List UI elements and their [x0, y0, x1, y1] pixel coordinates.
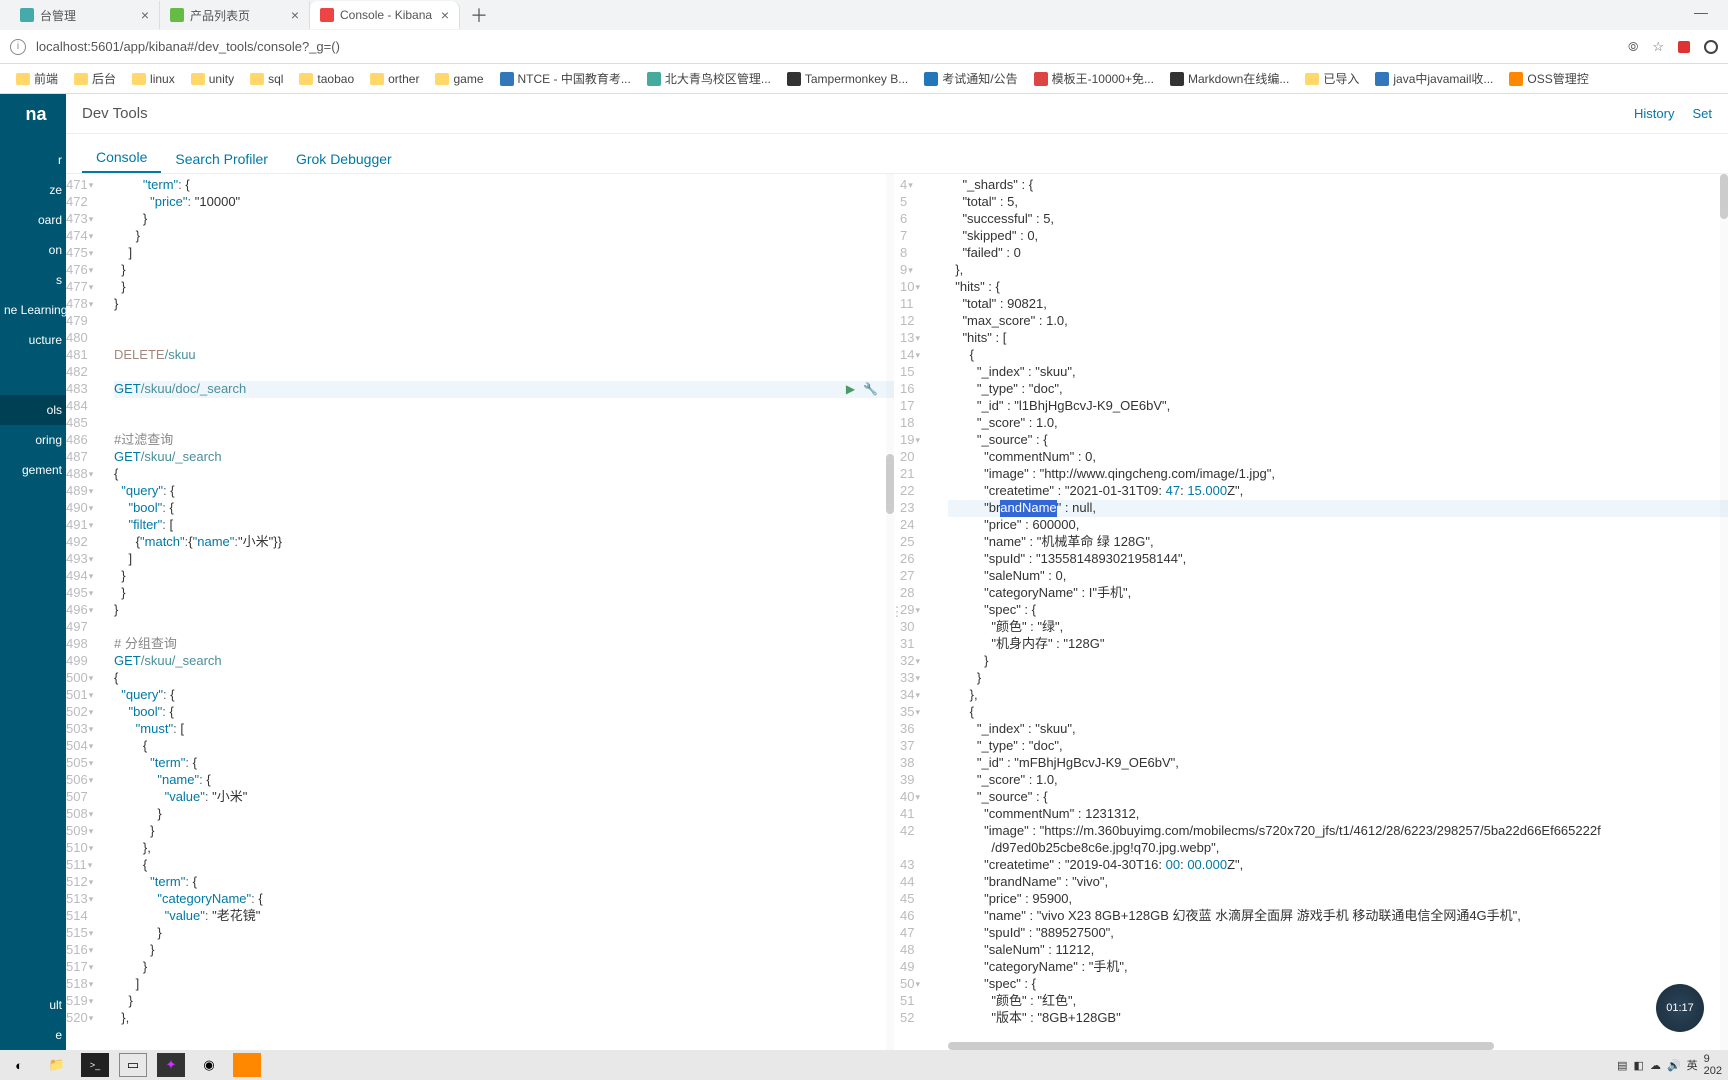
address-bar: i localhost:5601/app/kibana#/dev_tools/c…: [0, 30, 1728, 64]
bookmark-item[interactable]: linux: [126, 70, 181, 88]
tray-icon[interactable]: ▤: [1617, 1059, 1627, 1072]
sidebar-item[interactable]: oring: [0, 425, 66, 455]
bookmark-item[interactable]: OSS管理控: [1503, 68, 1594, 89]
request-editor[interactable]: 471▾472473▾474▾475▾476▾477▾478▾479480481…: [66, 174, 894, 1050]
devtools-tab[interactable]: Grok Debugger: [282, 143, 406, 173]
url-field[interactable]: localhost:5601/app/kibana#/dev_tools/con…: [36, 39, 1628, 54]
sidebar-item[interactable]: ze: [0, 175, 66, 205]
sidebar-item[interactable]: gement: [0, 455, 66, 485]
sidebar-item[interactable]: r: [0, 145, 66, 175]
folder-icon: [191, 73, 205, 85]
kibana-sidebar: na rzeoardonsne Learningucture ols oring…: [0, 94, 66, 1050]
bookmark-star-icon[interactable]: ☆: [1652, 39, 1664, 55]
favicon: [647, 72, 661, 86]
app-icon-1[interactable]: ▭: [119, 1053, 147, 1077]
devtools-tab[interactable]: Console: [82, 141, 161, 173]
folder-icon: [16, 73, 30, 85]
bookmark-item[interactable]: Tampermonkey B...: [781, 70, 914, 88]
folder-icon: [74, 73, 88, 85]
play-icon[interactable]: ▶: [846, 382, 855, 398]
folder-icon: [299, 73, 313, 85]
wrench-icon[interactable]: 🔧: [863, 382, 878, 398]
favicon: [500, 72, 514, 86]
favicon: [924, 72, 938, 86]
bookmark-item[interactable]: 已导入: [1299, 68, 1365, 89]
favicon: [787, 72, 801, 86]
bookmark-item[interactable]: 前端: [10, 68, 64, 89]
bookmark-item[interactable]: 后台: [68, 68, 122, 89]
site-info-icon[interactable]: i: [10, 39, 26, 55]
bookmark-item[interactable]: sql: [244, 70, 289, 88]
tray-icon[interactable]: ◧: [1634, 1059, 1644, 1072]
settings-link[interactable]: Set: [1692, 106, 1712, 121]
start-menu-icon[interactable]: ◐: [5, 1053, 33, 1077]
scrollbar-vertical[interactable]: [886, 174, 894, 1050]
new-tab-button[interactable]: ＋: [460, 2, 498, 28]
response-viewer[interactable]: 4▾56789▾10▾111213▾14▾1516171819▾20212223…: [900, 174, 1728, 1050]
os-taskbar: ◐ 📁 >_ ▭ ✦ ◉ ▤ ◧ ☁ 🔊 英 9202: [0, 1050, 1728, 1080]
app-icon-3[interactable]: [233, 1053, 261, 1077]
sidebar-item[interactable]: s: [0, 265, 66, 295]
folder-icon: [435, 73, 449, 85]
bookmark-item[interactable]: game: [429, 70, 489, 88]
favicon: [1375, 72, 1389, 86]
chrome-icon[interactable]: ◉: [195, 1053, 223, 1077]
sidebar-item[interactable]: oard: [0, 205, 66, 235]
bookmarks-bar: 前端后台linuxunitysqltaobaoorthergame NTCE - …: [0, 64, 1728, 94]
folder-icon: [250, 73, 264, 85]
close-icon[interactable]: ×: [291, 7, 299, 23]
tray-volume-icon[interactable]: 🔊: [1667, 1059, 1681, 1072]
timer-badge[interactable]: 01:17: [1656, 984, 1704, 1032]
devtools-tab[interactable]: Search Profiler: [161, 143, 282, 173]
bookmark-item[interactable]: 模板王-10000+免...: [1028, 68, 1160, 89]
browser-tab[interactable]: Console - Kibana×: [310, 1, 460, 29]
bookmark-item[interactable]: unity: [185, 70, 240, 88]
sidebar-item[interactable]: ucture: [0, 325, 66, 355]
page-header: Dev Tools History Set: [66, 94, 1728, 134]
folder-icon: [132, 73, 146, 85]
folder-icon: [1305, 73, 1319, 85]
browser-tab-strip: 台管理×产品列表页×Console - Kibana× ＋ —: [0, 0, 1728, 30]
browser-tab[interactable]: 产品列表页×: [160, 1, 310, 29]
favicon: [1509, 72, 1523, 86]
bookmark-item[interactable]: 北大青鸟校区管理...: [641, 68, 777, 89]
app-icon-2[interactable]: ✦: [157, 1053, 185, 1077]
favicon: [1034, 72, 1048, 86]
window-minimize-button[interactable]: —: [1694, 4, 1708, 20]
scrollbar-vertical[interactable]: [1720, 174, 1728, 1050]
bookmark-item[interactable]: java中javamail收...: [1369, 68, 1499, 89]
terminal-icon[interactable]: >_: [81, 1053, 109, 1077]
history-link[interactable]: History: [1634, 106, 1674, 121]
favicon: [1170, 72, 1184, 86]
translate-icon[interactable]: ⦾: [1628, 39, 1638, 55]
sidebar-item[interactable]: on: [0, 235, 66, 265]
close-icon[interactable]: ×: [441, 7, 449, 23]
tray-time[interactable]: 9202: [1704, 1053, 1722, 1077]
folder-icon: [370, 73, 384, 85]
bookmark-item[interactable]: 考试通知/公告: [918, 68, 1023, 89]
sidebar-item[interactable]: ult: [0, 990, 66, 1020]
close-icon[interactable]: ×: [141, 7, 149, 23]
bookmark-item[interactable]: NTCE - 中国教育考...: [494, 68, 637, 89]
bookmark-item[interactable]: Markdown在线编...: [1164, 68, 1295, 89]
scrollbar-horizontal[interactable]: [948, 1042, 1728, 1050]
tray-icon[interactable]: ☁: [1650, 1059, 1661, 1072]
sidebar-item-devtools[interactable]: ols: [0, 395, 66, 425]
devtools-tabs: ConsoleSearch ProfilerGrok Debugger: [66, 134, 1728, 174]
bookmark-item[interactable]: taobao: [293, 70, 360, 88]
browser-tab[interactable]: 台管理×: [10, 1, 160, 29]
extension-icon-2[interactable]: [1704, 40, 1718, 54]
tray-lang[interactable]: 英: [1687, 1057, 1698, 1073]
sidebar-item[interactable]: e: [0, 1020, 66, 1050]
sidebar-item[interactable]: ne Learning: [0, 295, 66, 325]
extension-icon-1[interactable]: [1678, 41, 1690, 53]
file-manager-icon[interactable]: 📁: [43, 1053, 71, 1077]
bookmark-item[interactable]: orther: [364, 70, 425, 88]
kibana-logo[interactable]: na: [0, 104, 66, 145]
page-title: Dev Tools: [82, 105, 148, 122]
